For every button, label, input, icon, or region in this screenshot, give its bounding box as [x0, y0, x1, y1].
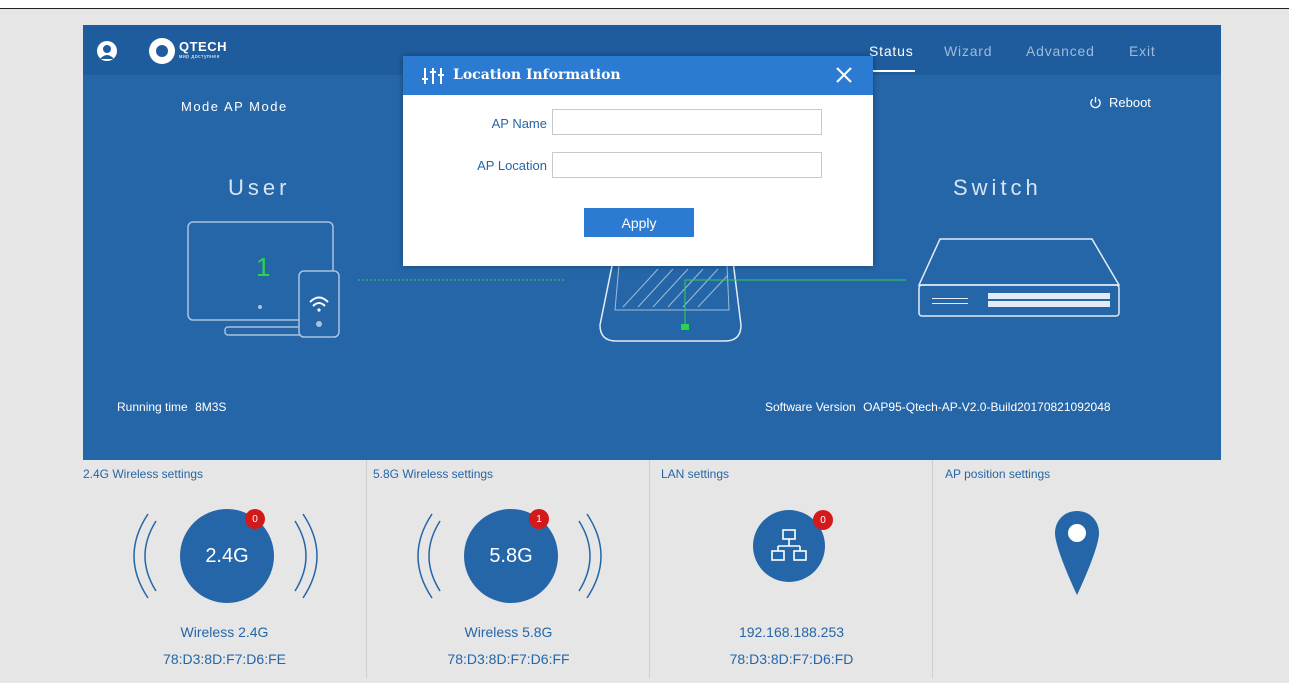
card-line1: 192.168.188.253 — [738, 624, 845, 640]
software-label: Software Version — [765, 400, 856, 414]
running-label: Running time — [117, 400, 188, 414]
card-line1: Wireless 5.8G — [464, 624, 553, 640]
ap-location-label: AP Location — [477, 158, 547, 173]
card-ap-position[interactable]: AP position settings — [932, 460, 1221, 678]
access-point-icon — [599, 260, 742, 342]
card-title: 5.8G Wireless settings — [373, 467, 494, 481]
apply-button[interactable]: Apply — [584, 208, 694, 237]
ap-location-input[interactable] — [552, 152, 822, 178]
settings-cards: 2.4G Wireless settings 2.4G 0 Wireless 2… — [83, 460, 1221, 678]
software-value: OAP95-Qtech-AP-V2.0-Build20170821092048 — [863, 400, 1111, 414]
card-wireless-24[interactable]: 2.4G Wireless settings 2.4G 0 Wireless 2… — [83, 460, 366, 678]
running-value: 8M3S — [195, 400, 227, 414]
card-title: LAN settings — [661, 467, 730, 481]
card-line1: Wireless 2.4G — [180, 624, 269, 640]
card-line2: 78:D3:8D:F7:D6:FE — [163, 651, 286, 667]
ap-switch-link — [684, 279, 906, 325]
client-count-badge: 0 — [245, 509, 265, 529]
client-count-badge: 0 — [813, 510, 833, 530]
sliders-icon — [422, 68, 444, 84]
user-count: 1 — [256, 252, 271, 282]
running-time: Running time 8M3S — [117, 400, 226, 414]
client-count-badge: 1 — [529, 509, 549, 529]
dialog-header: Location Information — [403, 56, 873, 95]
close-icon[interactable] — [833, 64, 855, 86]
card-title: 2.4G Wireless settings — [83, 467, 204, 481]
dialog-title: Location Information — [453, 67, 621, 83]
card-line2: 78:D3:8D:F7:D6:FF — [447, 651, 570, 667]
switch-device-icon — [917, 238, 1121, 317]
card-line2: 78:D3:8D:F7:D6:FD — [729, 651, 854, 667]
software-version: Software Version OAP95-Qtech-AP-V2.0-Bui… — [765, 400, 1111, 414]
card-wireless-58[interactable]: 5.8G Wireless settings 5.8G 1 Wireless 5… — [366, 460, 649, 678]
ap-name-input[interactable] — [552, 109, 822, 135]
location-information-dialog: Location Information AP Name AP Location… — [403, 56, 873, 266]
card-lan[interactable]: LAN settings 0 192.168.188.253 78:D3:8D:… — [649, 460, 932, 678]
map-pin-icon — [1055, 511, 1099, 595]
ap-name-label: AP Name — [491, 116, 547, 131]
card-title: AP position settings — [945, 467, 1051, 481]
